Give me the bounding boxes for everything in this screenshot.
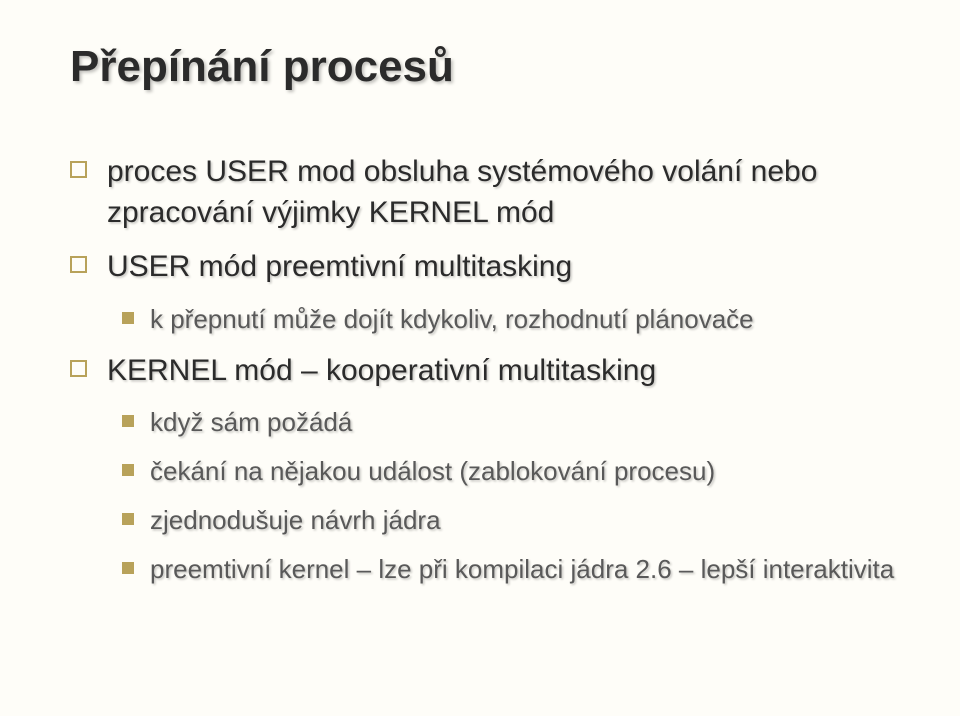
hollow-square-icon: [70, 256, 87, 273]
bullet-text: KERNEL mód – kooperativní multitasking: [107, 351, 656, 392]
bullet-level2: zjednodušuje návrh jádra: [122, 503, 900, 538]
bullet-level1: USER mód preemtivní multitasking: [70, 247, 900, 288]
filled-square-icon: [122, 562, 134, 574]
hollow-square-icon: [70, 161, 87, 178]
slide-title: Přepínání procesů: [70, 42, 900, 92]
bullet-level2: čekání na nějakou událost (zablokování p…: [122, 454, 900, 489]
bullet-level1: KERNEL mód – kooperativní multitasking: [70, 351, 900, 392]
bullet-text: proces USER mod obsluha systémového volá…: [107, 152, 900, 233]
hollow-square-icon: [70, 360, 87, 377]
bullet-level1: proces USER mod obsluha systémového volá…: [70, 152, 900, 233]
bullet-text: čekání na nějakou událost (zablokování p…: [150, 454, 715, 489]
filled-square-icon: [122, 464, 134, 476]
bullet-text: k přepnutí může dojít kdykoliv, rozhodnu…: [150, 302, 754, 337]
bullet-level2: když sám požádá: [122, 405, 900, 440]
bullet-text: preemtivní kernel – lze při kompilaci já…: [150, 552, 894, 587]
bullet-level2: preemtivní kernel – lze při kompilaci já…: [122, 552, 900, 587]
filled-square-icon: [122, 415, 134, 427]
bullet-text: zjednodušuje návrh jádra: [150, 503, 441, 538]
filled-square-icon: [122, 312, 134, 324]
bullet-level2: k přepnutí může dojít kdykoliv, rozhodnu…: [122, 302, 900, 337]
slide: Přepínání procesů proces USER mod obsluh…: [0, 0, 960, 716]
bullet-text: USER mód preemtivní multitasking: [107, 247, 572, 288]
filled-square-icon: [122, 513, 134, 525]
bullet-text: když sám požádá: [150, 405, 352, 440]
